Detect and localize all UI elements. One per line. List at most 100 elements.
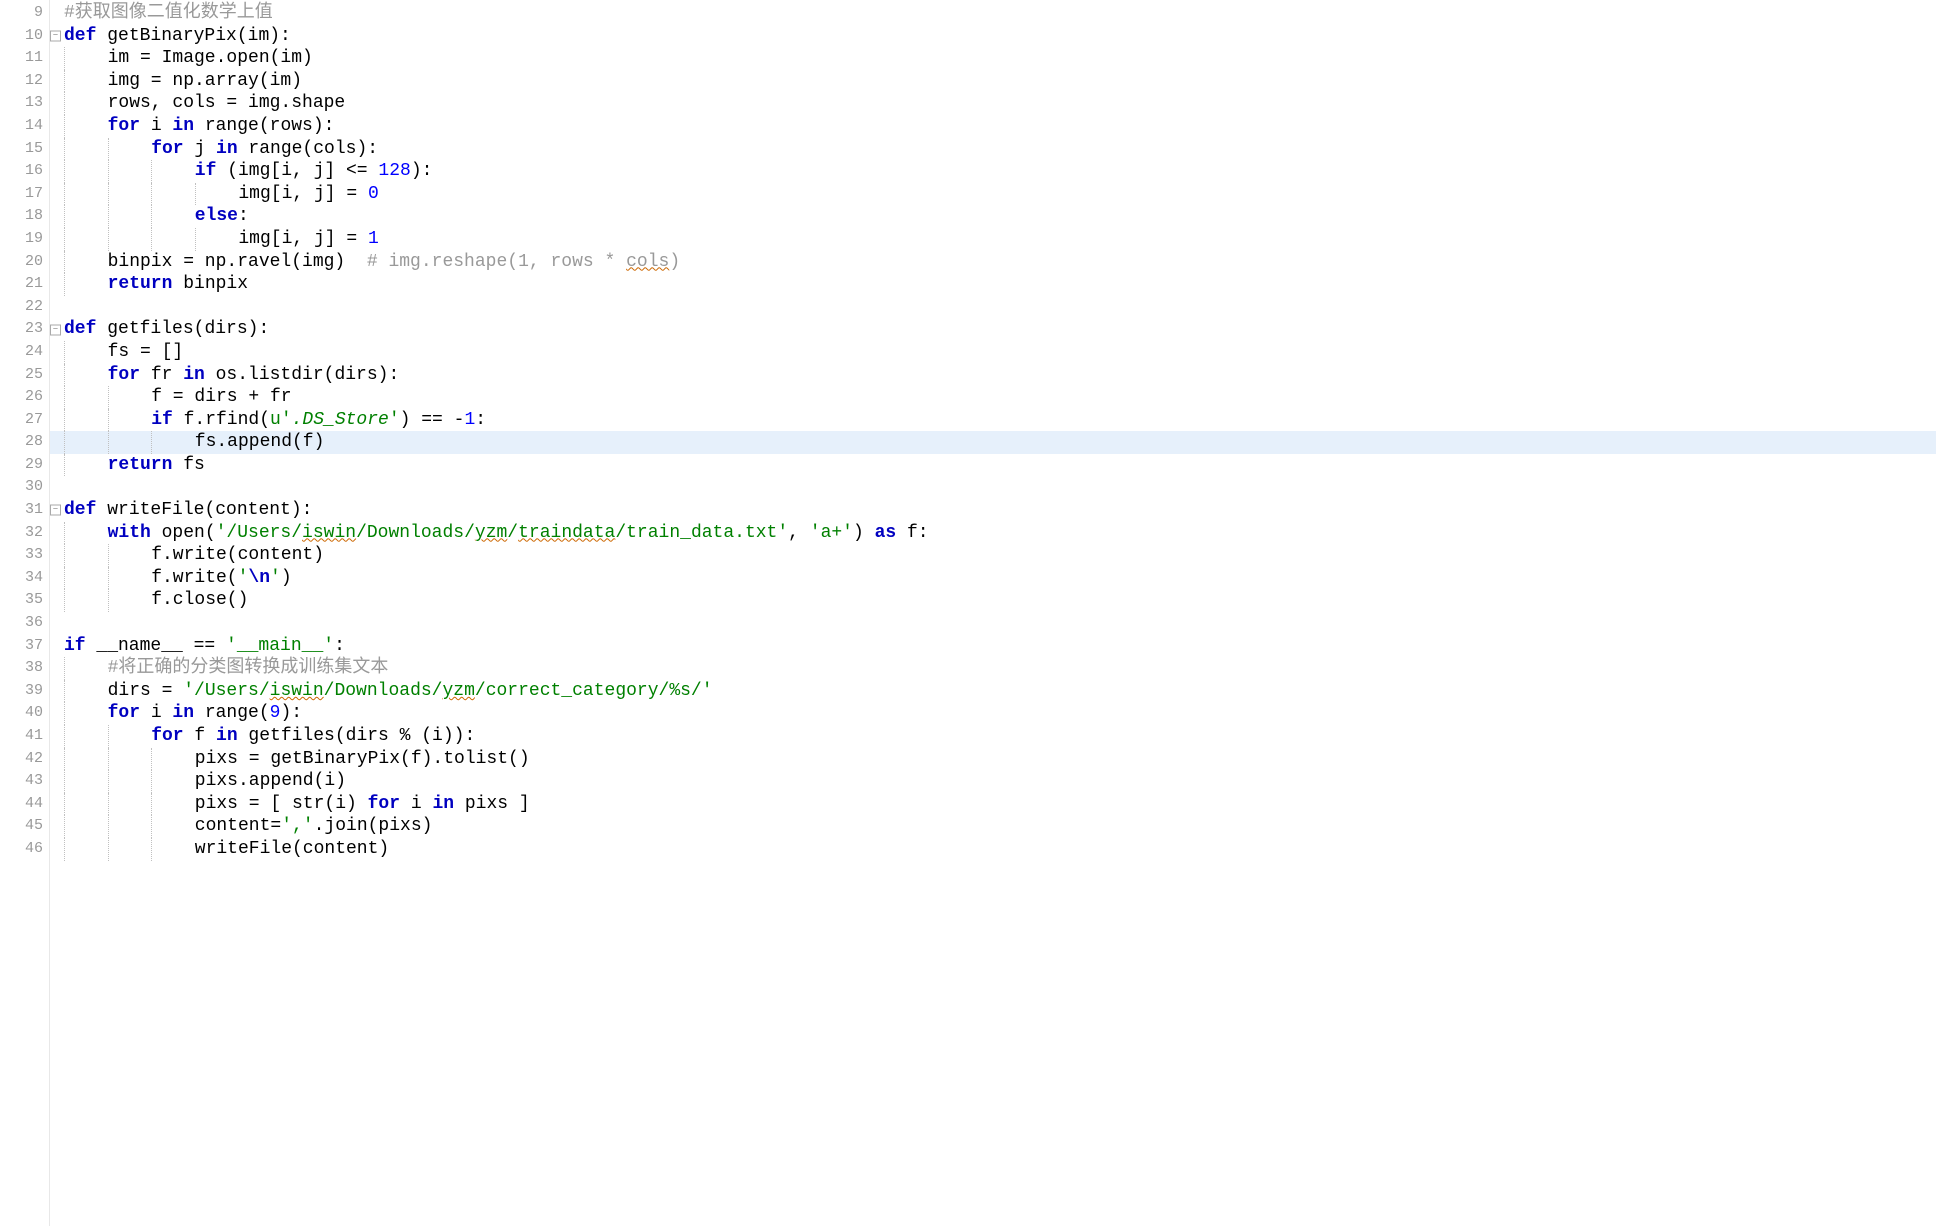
indent-guide [108, 431, 152, 454]
code-line[interactable] [64, 612, 1936, 635]
code-line[interactable]: img[i, j] = 0 [64, 183, 1936, 206]
code-line[interactable]: f.close() [64, 589, 1936, 612]
indent-guide [108, 838, 152, 861]
code-line[interactable]: else: [64, 205, 1936, 228]
code-line[interactable]: pixs = [ str(i) for i in pixs ] [64, 793, 1936, 816]
code-token: f.write(content) [151, 545, 324, 565]
code-token: f [194, 726, 216, 746]
code-line[interactable]: for i in range(rows): [64, 115, 1936, 138]
code-token: ) [281, 568, 292, 588]
code-token: /train_data.txt' [615, 523, 788, 543]
code-token: (img[i, j] <= [227, 161, 378, 181]
code-line[interactable]: #获取图像二值化数学上值 [64, 2, 1936, 25]
code-line[interactable]: img = np.array(im) [64, 70, 1936, 93]
indent-guide [64, 589, 108, 612]
indent-guide [151, 793, 195, 816]
code-line[interactable]: #将正确的分类图转换成训练集文本 [64, 657, 1936, 680]
indent-guide [108, 567, 152, 590]
indent-guide [64, 183, 108, 206]
code-token: range(cols): [248, 139, 378, 159]
code-line[interactable]: fs = [] [64, 341, 1936, 364]
line-number: 15 [0, 138, 49, 161]
line-number: 20 [0, 251, 49, 274]
code-line[interactable] [64, 476, 1936, 499]
code-line[interactable]: for j in range(cols): [64, 138, 1936, 161]
indent-guide [64, 273, 108, 296]
indent-guide [64, 725, 108, 748]
code-line[interactable]: writeFile(content) [64, 838, 1936, 861]
code-line[interactable]: for f in getfiles(dirs % (i)): [64, 725, 1936, 748]
code-token: in [172, 703, 204, 723]
code-area[interactable]: #获取图像二值化数学上值def getBinaryPix(im):im = Im… [50, 0, 1936, 1226]
indent-guide [64, 770, 108, 793]
code-line[interactable]: if f.rfind(u'.DS_Store') == -1: [64, 409, 1936, 432]
code-token: i [411, 794, 433, 814]
code-editor[interactable]: 910−11121314151617181920212223−242526272… [0, 0, 1936, 1226]
line-number: 37 [0, 635, 49, 658]
code-line[interactable]: f = dirs + fr [64, 386, 1936, 409]
line-number: 43 [0, 770, 49, 793]
code-line[interactable]: def writeFile(content): [64, 499, 1936, 522]
code-line[interactable]: for fr in os.listdir(dirs): [64, 364, 1936, 387]
code-token: range( [205, 703, 270, 723]
line-number: 9 [0, 2, 49, 25]
code-token: for [108, 703, 151, 723]
indent-guide [64, 47, 108, 70]
code-line[interactable]: binpix = np.ravel(img) # img.reshape(1, … [64, 251, 1936, 274]
indent-guide [151, 770, 195, 793]
code-line[interactable]: if (img[i, j] <= 128): [64, 160, 1936, 183]
code-token: in [216, 139, 248, 159]
code-line[interactable] [64, 296, 1936, 319]
line-number: 24 [0, 341, 49, 364]
code-token: if [64, 636, 96, 656]
code-token: dirs = [108, 681, 184, 701]
code-token: ) [669, 252, 680, 272]
indent-guide [64, 431, 108, 454]
code-token: : [238, 206, 249, 226]
code-line[interactable]: def getBinaryPix(im): [64, 25, 1936, 48]
line-number: 18 [0, 205, 49, 228]
code-line[interactable]: with open('/Users/iswin/Downloads/yzm/tr… [64, 522, 1936, 545]
code-token: (dirs): [194, 319, 270, 339]
indent-guide [64, 92, 108, 115]
code-line[interactable]: im = Image.open(im) [64, 47, 1936, 70]
code-token: 1 [464, 410, 475, 430]
indent-guide [64, 522, 108, 545]
code-token: def [64, 26, 107, 46]
code-token: for [108, 365, 151, 385]
code-token: in [216, 726, 248, 746]
code-token: binpix = np.ravel(img) [108, 252, 367, 272]
code-token: pixs = [ str(i) [195, 794, 368, 814]
code-line[interactable]: return binpix [64, 273, 1936, 296]
code-line[interactable]: f.write(content) [64, 544, 1936, 567]
code-line[interactable]: return fs [64, 454, 1936, 477]
code-token: img[i, j] = [238, 184, 368, 204]
indent-guide [108, 205, 152, 228]
code-line[interactable]: content=','.join(pixs) [64, 815, 1936, 838]
code-line[interactable]: pixs.append(i) [64, 770, 1936, 793]
indent-guide [151, 431, 195, 454]
code-token: j [194, 139, 216, 159]
code-line[interactable]: def getfiles(dirs): [64, 318, 1936, 341]
code-token: in [432, 794, 464, 814]
indent-guide [108, 589, 152, 612]
line-number: 11 [0, 47, 49, 70]
indent-guide [64, 838, 108, 861]
code-line[interactable]: for i in range(9): [64, 702, 1936, 725]
code-line[interactable]: dirs = '/Users/iswin/Downloads/yzm/corre… [64, 680, 1936, 703]
code-line[interactable]: f.write('\n') [64, 567, 1936, 590]
code-token: rows, cols = img.shape [108, 93, 346, 113]
line-number: 28 [0, 431, 49, 454]
code-token: : [334, 636, 345, 656]
code-token: pixs.append(i) [195, 771, 346, 791]
code-line[interactable]: fs.append(f) [50, 431, 1936, 454]
code-line[interactable]: pixs = getBinaryPix(f).tolist() [64, 748, 1936, 771]
code-line[interactable]: img[i, j] = 1 [64, 228, 1936, 251]
code-token: /Downloads/ [356, 523, 475, 543]
code-token: for [151, 726, 194, 746]
code-line[interactable]: if __name__ == '__main__': [64, 635, 1936, 658]
code-token: fs.append(f) [195, 432, 325, 452]
indent-guide [64, 228, 108, 251]
code-line[interactable]: rows, cols = img.shape [64, 92, 1936, 115]
code-token: i [151, 116, 173, 136]
